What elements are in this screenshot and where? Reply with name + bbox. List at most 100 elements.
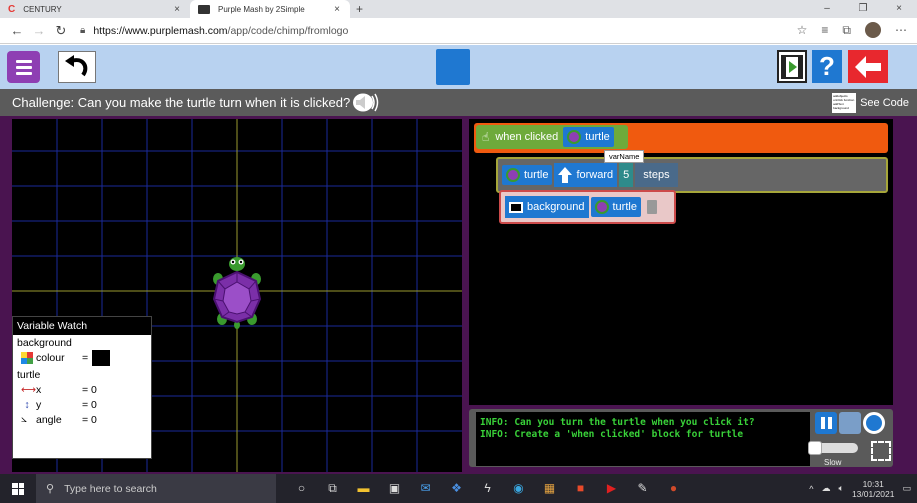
event-object-tag[interactable]: turtle (563, 127, 614, 147)
start-button[interactable] (0, 482, 36, 495)
var-value: = 0 (82, 413, 97, 426)
youtube-icon[interactable]: ▶ (596, 474, 627, 503)
windows-taskbar: ⚲ Type here to search ○ ⧉ ▬ ▣ ✉ ❖ ϟ ◉ ▦ … (0, 474, 917, 503)
help-button[interactable]: ? (812, 50, 842, 83)
background-object-tag[interactable]: turtle (590, 197, 641, 217)
system-tray: ^ ☁ 🔈︎ 10:31 13/01/2021 ▭ (809, 474, 911, 503)
forward-object-label: turtle (524, 169, 549, 181)
speed-slider[interactable] (808, 441, 858, 455)
collections-icon[interactable]: ⧉ (842, 23, 851, 38)
volume-icon[interactable]: 🔈︎ (839, 483, 844, 494)
clock[interactable]: 10:31 13/01/2021 (852, 479, 895, 499)
edge-icon[interactable]: ◉ (503, 474, 534, 503)
watch-group-turtle: turtle (13, 367, 151, 382)
var-label: colour (36, 351, 65, 364)
notifications-icon[interactable]: ▭ (902, 483, 911, 494)
turtle-icon (506, 168, 520, 182)
var-label: y (36, 398, 42, 411)
dropbox-icon[interactable]: ❖ (441, 474, 472, 503)
hand-pointer-icon: ☝ (482, 130, 490, 144)
challenge-text: Challenge: Can you make the turtle turn … (12, 95, 351, 110)
search-placeholder: Type here to search (64, 482, 157, 495)
turtle-icon (567, 130, 582, 144)
profile-avatar[interactable] (865, 22, 881, 38)
refresh-icon[interactable]: ↻ (50, 23, 72, 39)
when-clicked-event-block[interactable]: ☝ when clicked turtle (474, 123, 888, 153)
back-arrow-icon[interactable]: ← (6, 23, 28, 38)
vertical-arrow-icon: ↕ (24, 398, 30, 411)
mail-icon[interactable]: ✉ (410, 474, 441, 503)
network-icon[interactable]: ☁ (822, 483, 831, 494)
new-tab-button[interactable]: + (356, 0, 363, 18)
app-toolbar: ? (0, 45, 917, 89)
forward-object-tag[interactable]: turtle (502, 165, 553, 185)
pause-button[interactable] (815, 412, 837, 434)
challenge-bar: Challenge: Can you make the turtle turn … (0, 89, 917, 116)
tab-close-icon[interactable]: × (174, 4, 180, 15)
browser-tools: ☆ ≡ ⧉ ⋯ (797, 22, 907, 38)
tab-century[interactable]: C CENTURY × (0, 0, 190, 18)
minimize-button[interactable]: – (809, 0, 845, 18)
background-block-container[interactable]: background turtle (499, 190, 676, 224)
window-controls: – ❐ × (809, 0, 917, 18)
favorite-star-icon[interactable]: ☆ (797, 23, 808, 37)
tab-purple-mash[interactable]: Purple Mash by 2Simple × (190, 0, 350, 18)
hamburger-icon (15, 59, 32, 63)
tab-close-icon[interactable]: × (334, 4, 340, 15)
forward-command-block[interactable]: forward (554, 163, 618, 187)
film-play-icon (781, 54, 803, 79)
forward-arrow-icon[interactable]: → (28, 23, 50, 38)
taskbar-search[interactable]: ⚲ Type here to search (36, 474, 276, 503)
console-output: INFO: Can you turn the turtle when you c… (476, 412, 810, 466)
favorites-list-icon[interactable]: ≡ (821, 23, 828, 37)
background-command-block[interactable]: background (505, 196, 589, 218)
url-field[interactable]: 🔒︎ https://www.purplemash.com/app/code/c… (80, 25, 348, 37)
reset-button[interactable] (863, 412, 885, 434)
turtle-sprite[interactable] (212, 257, 262, 329)
when-clicked-label-block[interactable]: ☝ when clicked turtle (476, 125, 628, 149)
monitor-icon (509, 201, 523, 213)
step-button[interactable] (839, 412, 861, 434)
undo-button[interactable] (58, 51, 96, 83)
steps-number-input[interactable]: 5 (619, 163, 634, 187)
time: 10:31 (862, 478, 884, 489)
variable-watch-title: Variable Watch (13, 317, 151, 335)
bolt-app-icon[interactable]: ϟ (472, 474, 503, 503)
close-window-button[interactable]: × (881, 0, 917, 18)
play-code-button[interactable] (777, 50, 807, 83)
tools-icon[interactable]: ✎ (627, 474, 658, 503)
group-name: background (17, 336, 72, 349)
cortana-icon[interactable]: ○ (286, 474, 317, 503)
forward-label: forward (576, 169, 614, 181)
fullscreen-icon[interactable] (871, 441, 891, 461)
file-explorer-icon[interactable]: ▬ (348, 474, 379, 503)
browser-tab-bar: C CENTURY × Purple Mash by 2Simple × + –… (0, 0, 917, 18)
var-value: = 0 (82, 398, 97, 411)
speed-label: Slow (824, 458, 842, 467)
address-bar: ← → ↻ 🔒︎ https://www.purplemash.com/app/… (0, 18, 917, 44)
speed-slider-knob[interactable] (808, 441, 822, 455)
tab-label: CENTURY (23, 4, 62, 14)
forward-block-container[interactable]: turtle forward 5 steps (496, 157, 888, 193)
watch-var-x: ⟷ x = 0 (13, 382, 151, 397)
speaker-icon[interactable] (352, 93, 380, 112)
design-mode-button[interactable] (436, 49, 470, 85)
office-icon[interactable]: ■ (565, 474, 596, 503)
paint-icon[interactable]: ▦ (534, 474, 565, 503)
see-code-label: See Code (860, 97, 909, 109)
console-line: INFO: Create a 'when clicked' block for … (480, 429, 744, 440)
task-view-icon[interactable]: ⧉ (317, 474, 348, 503)
menu-button[interactable] (7, 51, 40, 83)
more-options-icon[interactable]: ⋯ (895, 23, 907, 37)
store-icon[interactable]: ▣ (379, 474, 410, 503)
maximize-button[interactable]: ❐ (845, 0, 881, 18)
url-path: /app/code/chimp/fromlogo (227, 24, 349, 37)
exit-button[interactable] (848, 50, 888, 83)
run-controls (815, 412, 885, 434)
trash-icon[interactable] (646, 200, 657, 214)
powerpoint-icon[interactable]: ● (658, 474, 689, 503)
chevron-up-icon[interactable]: ^ (809, 484, 813, 494)
var-value: = 0 (82, 383, 97, 396)
see-code-button[interactable]: addobjects onClick function addText back… (832, 93, 909, 113)
date: 13/01/2021 (851, 488, 895, 499)
